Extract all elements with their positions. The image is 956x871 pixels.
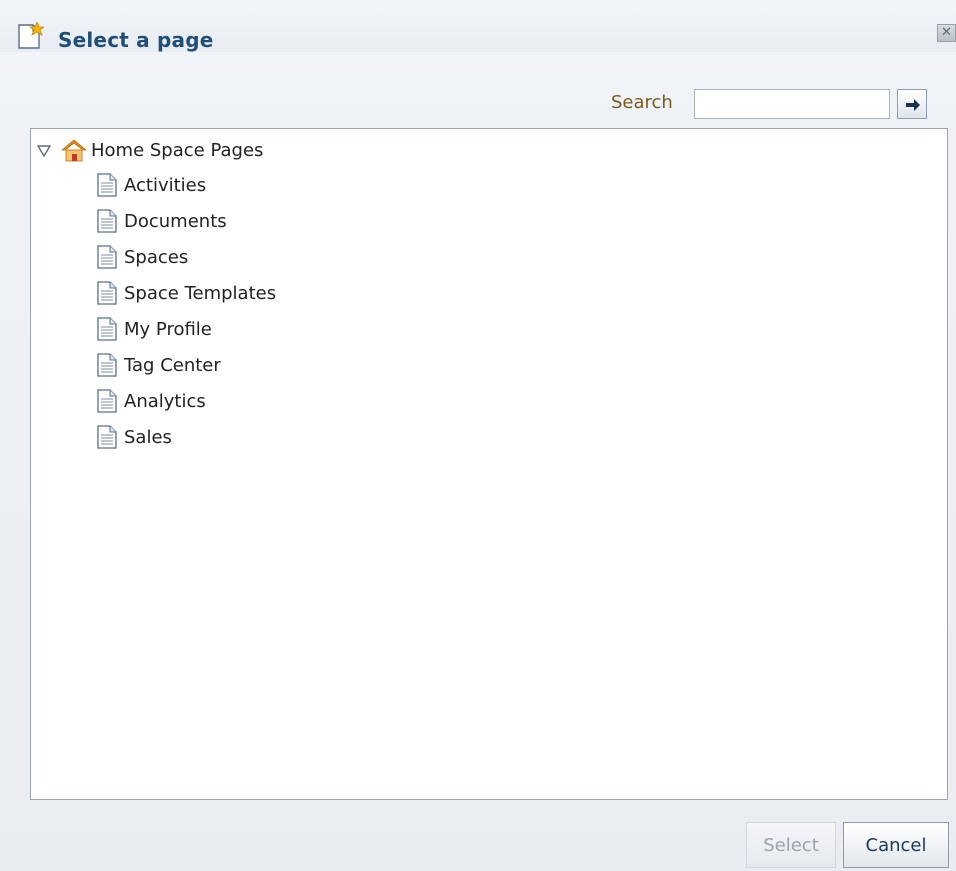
page-icon [97,209,117,233]
arrow-right-icon [906,99,920,111]
expanded-triangle-icon[interactable] [35,141,53,159]
new-page-icon [18,22,44,49]
page-icon [97,245,117,269]
tree-item-my-profile[interactable]: My Profile [96,311,276,347]
tree-item-label: Analytics [124,390,206,412]
tree-root-label: Home Space Pages [91,139,264,161]
page-icon [97,281,117,305]
tree-root-node[interactable]: Home Space Pages [35,137,263,163]
close-button[interactable]: ✕ [937,24,956,42]
tree-item-label: Spaces [124,246,189,268]
page-tree: Home Space Pages Activities Documents Sp… [30,128,948,800]
tree-item-label: Sales [124,426,172,448]
tree-children: Activities Documents Spaces Space Templa… [96,167,276,455]
search-go-button[interactable] [897,89,927,119]
select-button[interactable]: Select [746,822,836,868]
page-icon [97,353,117,377]
tree-item-spaces[interactable]: Spaces [96,239,276,275]
dialog-titlebar: Select a page ✕ [0,0,956,52]
tree-item-activities[interactable]: Activities [96,167,276,203]
tree-item-space-templates[interactable]: Space Templates [96,275,276,311]
home-icon [61,139,87,162]
page-icon [97,317,117,341]
tree-item-sales[interactable]: Sales [96,419,276,455]
page-icon [97,173,117,197]
tree-item-label: Documents [124,210,227,232]
search-input[interactable] [694,89,890,119]
page-icon [97,389,117,413]
close-icon: ✕ [941,25,952,40]
tree-item-label: Space Templates [124,282,277,304]
tree-item-label: Tag Center [124,354,221,376]
cancel-button[interactable]: Cancel [843,822,949,868]
search-label: Search [611,92,673,113]
tree-item-tag-center[interactable]: Tag Center [96,347,276,383]
dialog-title: Select a page [58,28,214,52]
select-page-dialog: Select a page ✕ Search Home Space Pages [0,0,956,871]
page-icon [97,425,117,449]
tree-item-analytics[interactable]: Analytics [96,383,276,419]
tree-item-label: Activities [124,174,207,196]
tree-item-label: My Profile [124,318,212,340]
tree-item-documents[interactable]: Documents [96,203,276,239]
